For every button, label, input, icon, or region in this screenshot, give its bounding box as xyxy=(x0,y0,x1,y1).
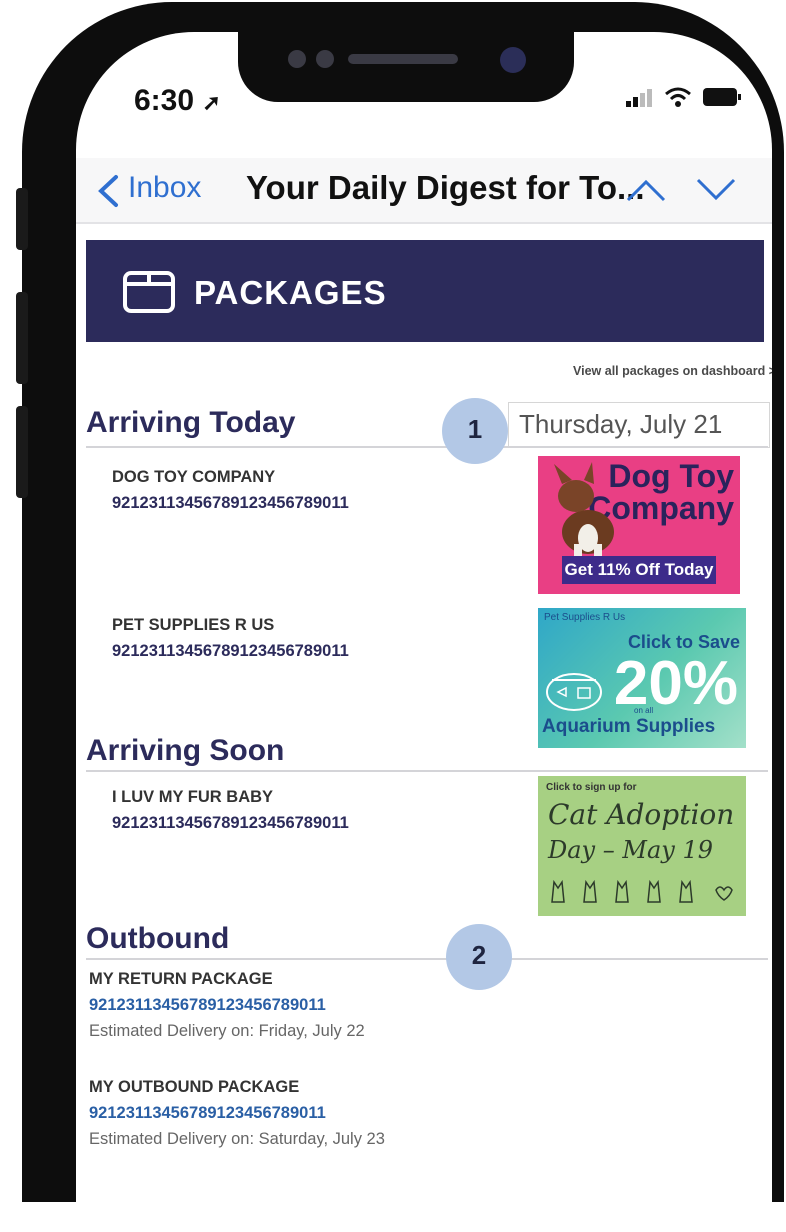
ad-discount: 20% xyxy=(613,649,738,718)
sensor-dot xyxy=(316,50,334,68)
view-dashboard-link[interactable]: View all packages on dashboard > xyxy=(573,364,772,378)
status-icons xyxy=(626,86,742,108)
signal-icon xyxy=(626,89,652,107)
delivery-estimate: Estimated Delivery on: Saturday, July 23 xyxy=(89,1130,385,1148)
section-divider xyxy=(86,446,768,448)
sensor-dot xyxy=(288,50,306,68)
dog-image xyxy=(554,462,614,560)
ad-small-print: on all xyxy=(634,706,654,715)
back-inbox-button[interactable]: Inbox xyxy=(128,171,201,205)
dog-toy-ad[interactable]: Dog Toy Company Get 11% Off Today xyxy=(538,456,740,594)
arriving-today-heading: Arriving Today xyxy=(86,406,296,439)
phone-screen: 6:30 ➚ Inbox Your Daily Digest for To... xyxy=(76,32,772,1232)
fishbowl-icon xyxy=(546,673,602,711)
side-button-volume-up xyxy=(16,292,28,384)
status-time: 6:30 ➚ xyxy=(134,84,221,117)
packages-title: PACKAGES xyxy=(194,274,387,311)
package-box-icon xyxy=(123,271,175,313)
battery-icon xyxy=(703,88,741,106)
chevron-up-icon[interactable] xyxy=(624,176,668,204)
ad-headline: Cat Adoption xyxy=(548,798,735,831)
step-badge-2: 2 xyxy=(446,924,512,990)
wifi-icon xyxy=(665,87,691,107)
email-subject-title: Your Daily Digest for To... xyxy=(246,169,645,206)
notch xyxy=(238,32,574,102)
arriving-soon-heading: Arriving Soon xyxy=(86,734,285,767)
package-name: MY RETURN PACKAGE xyxy=(89,970,273,988)
pet-supplies-ad[interactable]: Pet Supplies R Us Click to Save 20% on a… xyxy=(538,608,746,748)
location-arrow-icon: ➚ xyxy=(202,90,221,115)
delivery-estimate: Estimated Delivery on: Friday, July 22 xyxy=(89,1022,365,1040)
side-button-volume-down xyxy=(16,406,28,498)
cat-adoption-ad[interactable]: Click to sign up for Cat Adoption Day – … xyxy=(538,776,746,916)
cat-silhouette-icon xyxy=(551,879,733,903)
tracking-number-link[interactable]: 92123113456789123456789011 xyxy=(89,1104,326,1123)
speaker-grille xyxy=(348,54,458,64)
chevron-left-icon[interactable] xyxy=(94,174,122,208)
tracking-number-link[interactable]: 92123113456789123456789011 xyxy=(112,642,349,661)
outbound-heading: Outbound xyxy=(86,922,230,955)
ad-category: Aquarium Supplies xyxy=(542,716,716,737)
date-box: Thursday, July 21 xyxy=(508,402,770,448)
ad-offer: Get 11% Off Today xyxy=(562,556,716,584)
ad-headline: Day – May 19 xyxy=(548,836,713,864)
package-name: PET SUPPLIES R US xyxy=(112,616,275,634)
section-divider xyxy=(86,770,768,772)
tracking-number-link[interactable]: 92123113456789123456789011 xyxy=(112,494,349,513)
side-button-mute xyxy=(16,188,28,250)
heart-icon xyxy=(715,886,733,901)
mail-nav-bar: Inbox Your Daily Digest for To... xyxy=(76,158,772,222)
phone-frame: 6:30 ➚ Inbox Your Daily Digest for To... xyxy=(16,2,784,1232)
package-name: I LUV MY FUR BABY xyxy=(112,788,274,806)
tracking-number-link[interactable]: 92123113456789123456789011 xyxy=(112,814,349,833)
packages-banner: PACKAGES xyxy=(86,240,764,342)
chevron-down-icon[interactable] xyxy=(694,176,738,204)
section-divider xyxy=(86,958,768,960)
tracking-number-link[interactable]: 92123113456789123456789011 xyxy=(89,996,326,1015)
nav-divider xyxy=(76,222,772,224)
arriving-today-date: Thursday, July 21 xyxy=(519,409,723,439)
ad-brand: Pet Supplies R Us xyxy=(544,612,626,623)
front-camera xyxy=(500,47,526,73)
package-name: MY OUTBOUND PACKAGE xyxy=(89,1078,300,1096)
step-badge-1: 1 xyxy=(442,398,508,464)
ad-cta: Click to sign up for xyxy=(546,782,637,793)
package-name: DOG TOY COMPANY xyxy=(112,468,276,486)
